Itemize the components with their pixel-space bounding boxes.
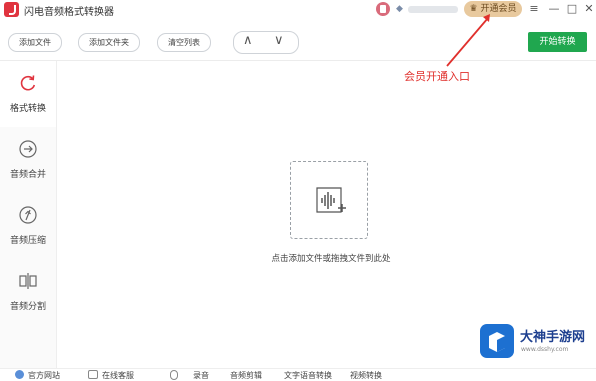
footer-tts[interactable]: 文字语音转换 bbox=[284, 370, 332, 381]
footer-video-convert[interactable]: 视频转换 bbox=[350, 370, 382, 381]
support-icon bbox=[88, 370, 98, 379]
watermark-logo bbox=[480, 324, 514, 358]
website-icon bbox=[15, 370, 24, 379]
annotation-arrow bbox=[446, 14, 490, 67]
watermark-title: 大神手游网 bbox=[520, 330, 586, 345]
mic-icon bbox=[170, 370, 178, 380]
footer-record[interactable]: 录音 bbox=[193, 370, 209, 381]
footer-bar: 官方网站 在线客服 录音 音频剪辑 文字语音转换 视频转换 bbox=[0, 368, 596, 381]
footer-official-site[interactable]: 官方网站 bbox=[28, 370, 60, 381]
watermark-url: www.dsshy.com bbox=[521, 346, 569, 353]
footer-audio-edit[interactable]: 音频剪辑 bbox=[230, 370, 262, 381]
footer-online-support[interactable]: 在线客服 bbox=[102, 370, 134, 381]
annotation-label: 会员开通入口 bbox=[404, 70, 470, 83]
